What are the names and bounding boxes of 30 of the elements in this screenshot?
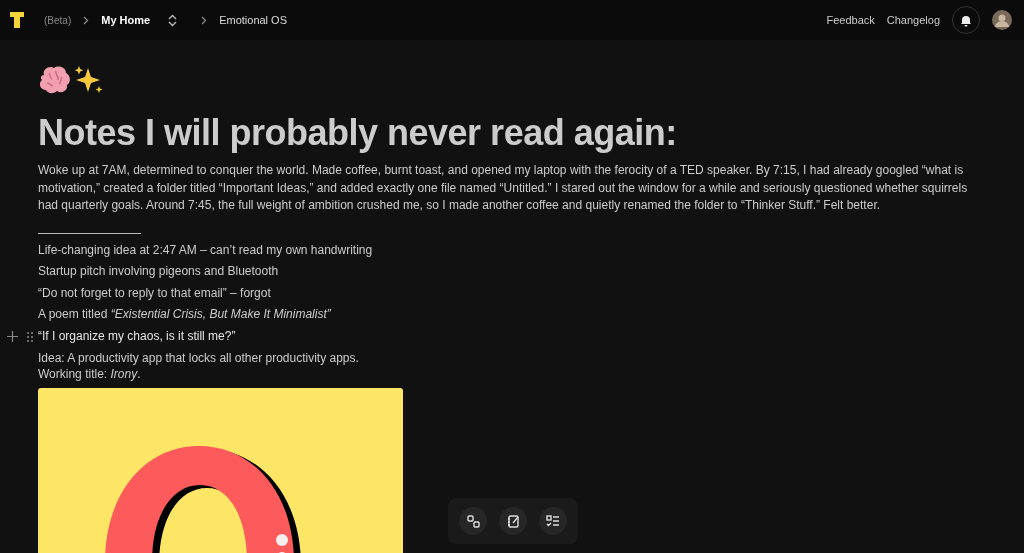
note-line: Startup pitch involving pigeons and Bluetooth: [38, 264, 279, 278]
notebook-pen-icon: [506, 514, 520, 528]
sparkles-icon: [74, 65, 104, 95]
header-link[interactable]: Changelog: [886, 14, 940, 26]
note-line: Idea: A productivity app that locks all other productivity apps.: [38, 350, 360, 366]
toolbar-button[interactable]: [539, 507, 567, 535]
avatar[interactable]: [992, 10, 1012, 30]
checklist-icon: [546, 515, 560, 527]
chevron-right-icon: [201, 15, 208, 25]
brain-icon: [38, 65, 72, 95]
page-title: Notes I will probably never read again:: [38, 112, 678, 154]
note-line: Working title: Irony.: [38, 366, 142, 382]
bell-icon: [960, 13, 972, 27]
toolbar-button[interactable]: [499, 507, 527, 535]
drag-handle-icon[interactable]: [27, 331, 33, 342]
plus-icon[interactable]: [7, 330, 18, 342]
logo-icon[interactable]: [10, 12, 24, 28]
note-line: “Do not forget to reply to that email” – forgot: [38, 285, 271, 300]
note-line: Life-changing idea at 2:47 AM – can’t read my own handwriting: [38, 242, 373, 257]
note-line: “If I organize my chaos, is it still me?”: [38, 328, 236, 343]
beta-label: (Beta): [44, 14, 72, 26]
paragraph: Woke up at 7AM, determined to conquer the world. Made coffee, burnt toast, and opened my laptop with the ferocity of a TED speaker. By 7:15, I had already googled “what is motivation,” created a folder titled “Important Ideas,” and added exactly one file named “Untitled.” I stared out the window for a while and seriously questioned whether squirrels had quarterly goals. Around 7:45, the full weight of ambition crushed me, so I made another coffee and quietly renamed the folder to “Thinker Stuff.” Felt better.: [38, 162, 969, 214]
breadcrumb-link[interactable]: My Home: [101, 14, 151, 26]
chevron-right-icon: [83, 15, 90, 25]
note-line: A poem titled “Existential Crisis, But Make It Minimalist”: [38, 307, 331, 321]
up-down-chevron-icon[interactable]: [168, 13, 178, 27]
header-link[interactable]: Feedback: [826, 14, 875, 26]
toolbar-button[interactable]: [459, 507, 487, 535]
connected-squares-icon: [466, 514, 480, 528]
breadcrumb-link[interactable]: Emotional OS: [219, 14, 287, 26]
